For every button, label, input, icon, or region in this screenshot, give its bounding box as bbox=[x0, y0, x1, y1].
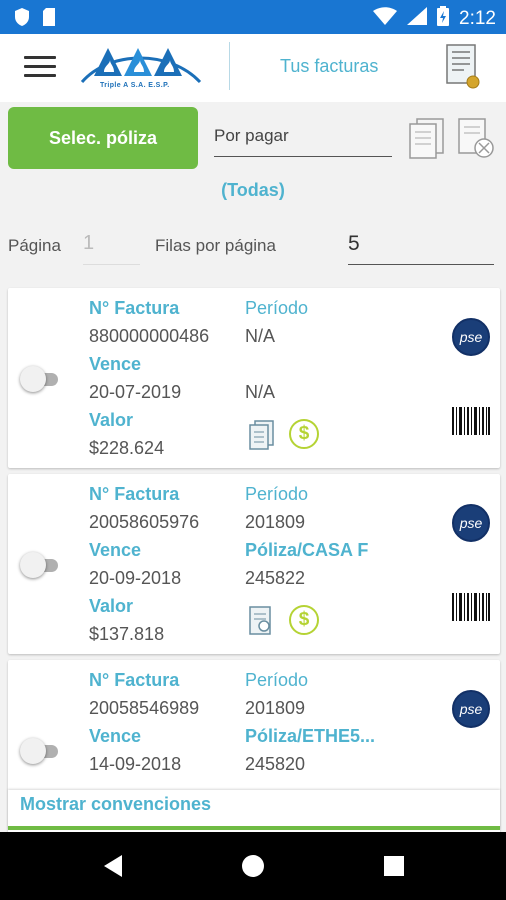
wifi-icon bbox=[373, 7, 398, 31]
due-label: Vence bbox=[89, 726, 142, 746]
pay-dollar-icon[interactable]: $ bbox=[289, 605, 319, 635]
invoice-number-label: N° Factura bbox=[89, 670, 180, 690]
due-date: 20-07-2019 bbox=[89, 382, 182, 402]
page-label: Página bbox=[8, 236, 61, 255]
show-conventions-link[interactable]: Mostrar convenciones bbox=[20, 794, 211, 815]
pse-payment-icon[interactable]: pse bbox=[452, 318, 490, 356]
system-nav-bar bbox=[0, 832, 506, 900]
period-value: 201809 bbox=[245, 512, 306, 532]
policy-value: N/A bbox=[245, 382, 276, 402]
pse-payment-icon[interactable]: pse bbox=[452, 504, 490, 542]
amount-value: $228.624 bbox=[89, 438, 165, 458]
invoice-select-toggle[interactable] bbox=[20, 738, 62, 764]
policy-label: Póliza/CASA F bbox=[245, 540, 369, 560]
page-number-input[interactable]: 1 bbox=[83, 232, 140, 265]
select-policy-button[interactable]: Selec. póliza bbox=[8, 107, 198, 169]
logo-caption: Triple A S.A. E.S.P. bbox=[100, 82, 170, 89]
due-label: Vence bbox=[89, 354, 142, 374]
period-label: Período bbox=[245, 298, 309, 318]
invoice-number-label: N° Factura bbox=[89, 484, 180, 504]
invoice-content: Selec. póliza Por pagar (Todas) Página 1… bbox=[0, 102, 506, 832]
period-value: 201809 bbox=[245, 698, 306, 718]
rows-per-page-input[interactable]: 5 bbox=[348, 232, 494, 265]
invoice-number: 20058546989 bbox=[89, 698, 200, 718]
back-icon[interactable] bbox=[102, 854, 124, 878]
page-title: Tus facturas bbox=[280, 56, 379, 76]
invoice-select-toggle[interactable] bbox=[20, 366, 62, 392]
shield-icon bbox=[14, 7, 30, 32]
rows-per-page-label: Filas por página bbox=[155, 236, 276, 255]
amount-label: Valor bbox=[89, 596, 134, 616]
invoice-card[interactable]: N° Factura 880000000486 Vence 20-07-2019… bbox=[8, 288, 500, 468]
barcode-icon[interactable] bbox=[452, 407, 490, 435]
sd-card-icon bbox=[42, 7, 56, 32]
signal-icon bbox=[407, 7, 428, 31]
invoice-receipt-icon[interactable] bbox=[249, 606, 275, 641]
progress-bar bbox=[8, 826, 500, 830]
due-date: 14-09-2018 bbox=[89, 754, 182, 774]
barcode-icon[interactable] bbox=[452, 593, 490, 621]
invoice-number-label: N° Factura bbox=[89, 298, 180, 318]
conventions-panel: Mostrar convenciones bbox=[8, 790, 500, 830]
period-value: N/A bbox=[245, 326, 276, 346]
filter-subtitle: (Todas) bbox=[221, 180, 285, 200]
copy-documents-icon[interactable] bbox=[409, 118, 445, 165]
policy-value: 245820 bbox=[245, 754, 306, 774]
recents-icon[interactable] bbox=[383, 855, 405, 877]
due-date: 20-09-2018 bbox=[89, 568, 182, 588]
policy-label: Póliza/ETHE5... bbox=[245, 726, 376, 746]
invoice-number: 20058605976 bbox=[89, 512, 200, 532]
amount-value: $137.818 bbox=[89, 624, 165, 644]
invoice-detail-icon[interactable] bbox=[249, 420, 275, 455]
invoice-select-toggle[interactable] bbox=[20, 552, 62, 578]
status-filter-select[interactable]: Por pagar bbox=[214, 126, 392, 157]
status-bar: 2:12 bbox=[0, 0, 506, 34]
clock-time: 2:12 bbox=[459, 8, 496, 29]
clear-selection-icon[interactable] bbox=[458, 118, 496, 165]
battery-charging-icon bbox=[437, 6, 450, 32]
pay-dollar-icon[interactable]: $ bbox=[289, 419, 319, 449]
pse-payment-icon[interactable]: pse bbox=[452, 690, 490, 728]
header-divider bbox=[229, 42, 230, 90]
app-bar: Triple A S.A. E.S.P. Tus facturas bbox=[0, 34, 506, 102]
period-label: Período bbox=[245, 484, 309, 504]
invoice-number: 880000000486 bbox=[89, 326, 210, 346]
due-label: Vence bbox=[89, 540, 142, 560]
menu-icon[interactable] bbox=[24, 56, 56, 80]
policy-value: 245822 bbox=[245, 568, 306, 588]
period-label: Período bbox=[245, 670, 309, 690]
amount-label: Valor bbox=[89, 410, 134, 430]
invoice-document-icon[interactable] bbox=[446, 44, 480, 95]
home-icon[interactable] bbox=[241, 854, 265, 878]
invoice-card[interactable]: N° Factura 20058605976 Vence 20-09-2018 … bbox=[8, 474, 500, 654]
